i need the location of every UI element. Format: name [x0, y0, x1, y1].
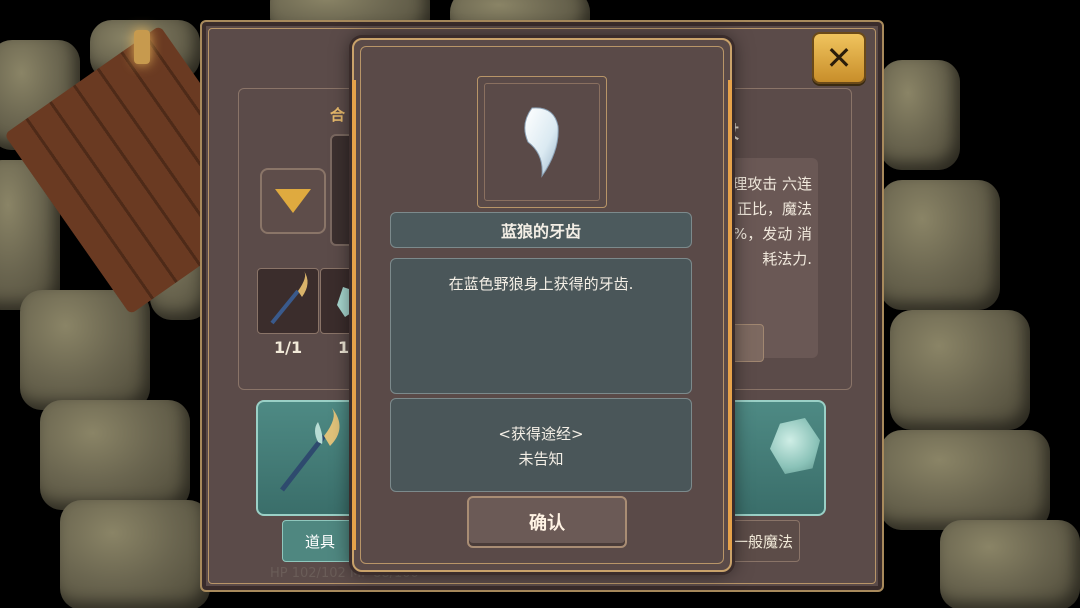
rock — [40, 400, 190, 510]
item-source-box: <获得途经> 未告知 — [390, 398, 692, 492]
close-icon: ✕ — [825, 39, 853, 77]
material-slot[interactable] — [257, 268, 319, 334]
close-button[interactable]: ✕ — [812, 32, 866, 84]
triangle-down-icon — [275, 189, 311, 213]
rock — [940, 520, 1080, 608]
item-description: 在蓝色野狼身上获得的牙齿. — [448, 275, 634, 293]
material-count: 1/1 — [274, 338, 303, 357]
rock — [880, 430, 1050, 530]
staff-icon — [280, 408, 340, 492]
rock — [880, 180, 1000, 310]
synthesis-tab-label: 合 — [330, 106, 346, 124]
tab-magic[interactable]: 一般魔法 — [726, 520, 800, 562]
confirm-button[interactable]: 确认 — [467, 496, 627, 548]
staff-icon — [270, 271, 308, 325]
dialog-edge — [352, 80, 356, 550]
tab-items[interactable]: 道具 — [282, 520, 358, 562]
dropdown-button[interactable] — [260, 168, 326, 234]
item-name: 蓝狼的牙齿 — [390, 212, 692, 248]
rock — [60, 500, 210, 608]
item-description-box: 在蓝色野狼身上获得的牙齿. — [390, 258, 692, 394]
selected-item-card[interactable] — [256, 400, 360, 516]
candle — [134, 30, 150, 64]
tooth-icon — [524, 107, 559, 178]
rock — [880, 60, 960, 170]
item-detail-dialog: 蓝狼的牙齿 在蓝色野狼身上获得的牙齿. <获得途经> 未告知 确认 — [352, 38, 732, 572]
rock — [890, 310, 1030, 430]
dialog-edge — [728, 80, 732, 550]
source-heading: <获得途经> — [498, 425, 584, 443]
source-value: 未告知 — [518, 450, 564, 468]
